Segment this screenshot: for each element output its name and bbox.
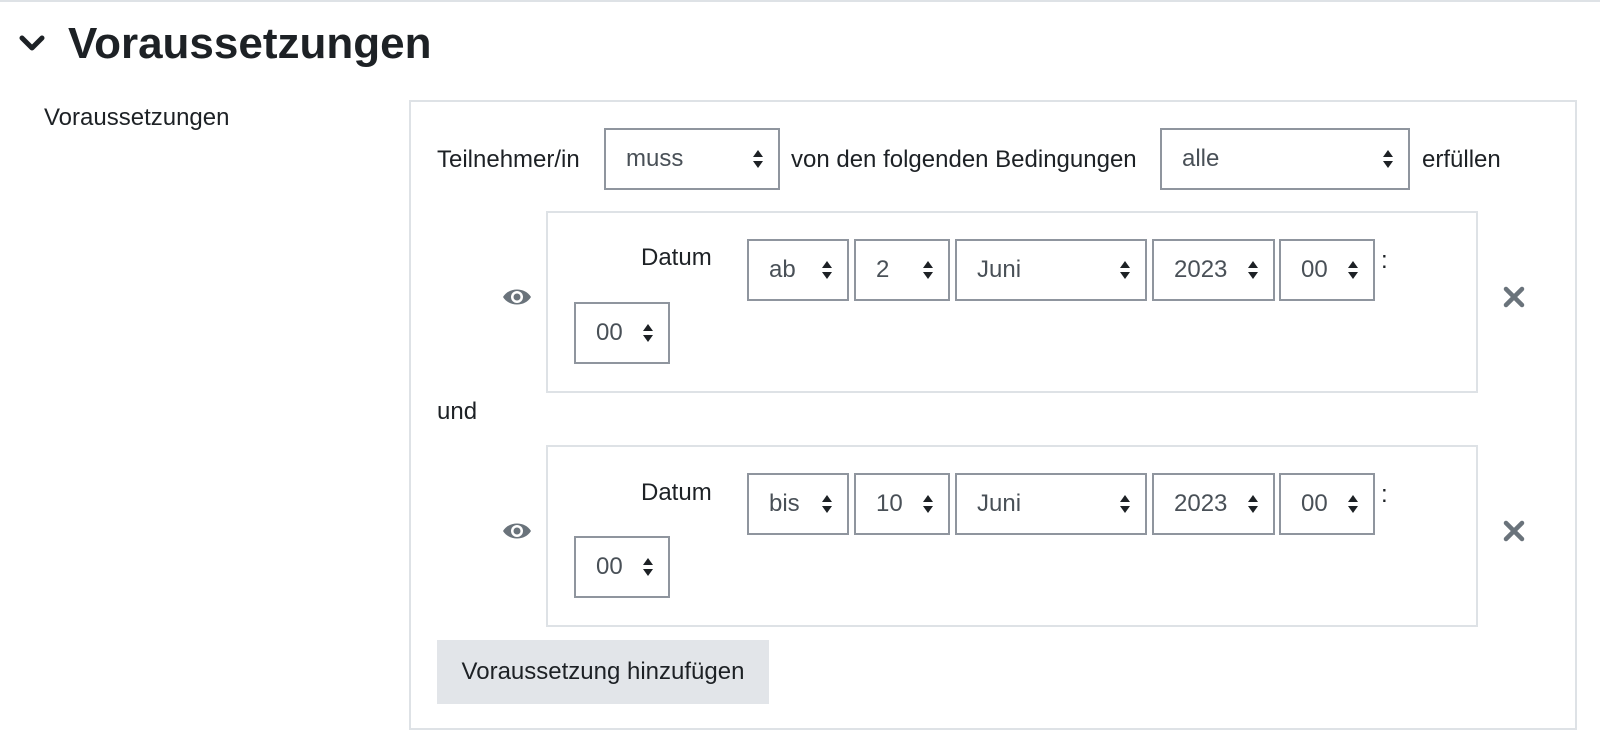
select-arrows-icon xyxy=(643,558,653,576)
select-arrows-icon xyxy=(822,261,832,279)
select-arrows-icon xyxy=(923,495,933,513)
connector-label: und xyxy=(437,398,478,425)
select-arrows-icon xyxy=(1348,261,1358,279)
select-arrows-icon xyxy=(643,324,653,342)
direction-select[interactable]: bis xyxy=(747,473,849,535)
select-arrows-icon xyxy=(1383,150,1393,168)
conditions-label: von den folgenden Bedingungen xyxy=(791,146,1137,173)
close-icon[interactable] xyxy=(1502,285,1526,309)
scope-select[interactable]: alle xyxy=(1160,128,1410,190)
restriction-panel xyxy=(409,100,1577,730)
month-select-value: Juni xyxy=(977,490,1022,517)
select-arrows-icon xyxy=(1348,495,1358,513)
month-select[interactable]: Juni xyxy=(955,239,1147,301)
select-arrows-icon xyxy=(1248,495,1258,513)
select-arrows-icon xyxy=(923,261,933,279)
condition-type-label: Datum xyxy=(641,479,712,506)
select-arrows-icon xyxy=(1248,261,1258,279)
chevron-down-icon xyxy=(19,35,45,51)
minute-select-value: 00 xyxy=(596,319,623,346)
must-select-value: muss xyxy=(626,145,684,172)
day-select-value: 10 xyxy=(876,490,903,517)
year-select-value: 2023 xyxy=(1174,490,1228,517)
field-label: Voraussetzungen xyxy=(44,104,230,131)
month-select[interactable]: Juni xyxy=(955,473,1147,535)
time-separator: : xyxy=(1381,481,1388,508)
hour-select[interactable]: 00 xyxy=(1279,473,1375,535)
eye-icon[interactable] xyxy=(502,286,532,308)
year-select-value: 2023 xyxy=(1174,256,1228,283)
direction-select-value: ab xyxy=(769,256,796,283)
must-select[interactable]: muss xyxy=(604,128,780,190)
eye-icon[interactable] xyxy=(502,520,532,542)
minute-select-value: 00 xyxy=(596,553,623,580)
day-select-value: 2 xyxy=(876,256,890,283)
add-restriction-button[interactable]: Voraussetzung hinzufügen xyxy=(437,640,769,704)
year-select[interactable]: 2023 xyxy=(1152,473,1275,535)
select-arrows-icon xyxy=(753,150,763,168)
hour-select-value: 00 xyxy=(1301,256,1328,283)
hour-select-value: 00 xyxy=(1301,490,1328,517)
year-select[interactable]: 2023 xyxy=(1152,239,1275,301)
close-icon[interactable] xyxy=(1502,519,1526,543)
select-arrows-icon xyxy=(822,495,832,513)
month-select-value: Juni xyxy=(977,256,1022,283)
fulfil-label: erfüllen xyxy=(1422,146,1501,173)
section-title: Voraussetzungen xyxy=(68,19,432,68)
select-arrows-icon xyxy=(1120,261,1130,279)
minute-select[interactable]: 00 xyxy=(574,536,670,598)
time-separator: : xyxy=(1381,247,1388,274)
scope-select-value: alle xyxy=(1182,145,1220,172)
minute-select[interactable]: 00 xyxy=(574,302,670,364)
direction-select[interactable]: ab xyxy=(747,239,849,301)
condition-type-label: Datum xyxy=(641,244,712,271)
participant-label: Teilnehmer/in xyxy=(437,146,580,173)
select-arrows-icon xyxy=(1120,495,1130,513)
day-select[interactable]: 2 xyxy=(854,239,950,301)
direction-select-value: bis xyxy=(769,490,800,517)
hour-select[interactable]: 00 xyxy=(1279,239,1375,301)
section-collapse-toggle[interactable] xyxy=(16,28,48,60)
day-select[interactable]: 10 xyxy=(854,473,950,535)
top-divider xyxy=(0,0,1600,2)
